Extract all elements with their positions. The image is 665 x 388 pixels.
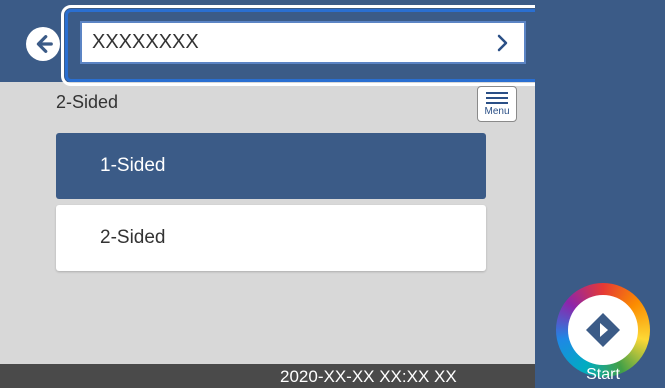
back-button[interactable]: [26, 27, 60, 61]
status-footer: 2020-XX-XX XX:XX XX: [0, 364, 535, 388]
section-label: 2-Sided: [56, 92, 119, 112]
title-field[interactable]: XXXXXXXX: [80, 21, 526, 64]
start-diamond-icon: [586, 313, 620, 347]
option-label: 1-Sided: [100, 155, 166, 176]
menu-lines-icon: [486, 91, 508, 104]
chevron-right-icon: [497, 34, 508, 52]
menu-label: Menu: [484, 105, 510, 117]
start-button[interactable]: [556, 283, 650, 377]
option-1-sided[interactable]: 1-Sided: [56, 133, 486, 199]
option-label: 2-Sided: [100, 227, 166, 248]
start-label: Start: [586, 366, 620, 383]
back-arrow-icon: [36, 35, 53, 53]
printer-screen: XXXXXXXX 2-Sided Menu 1-Sided 2-Sided 20…: [0, 0, 665, 388]
option-2-sided[interactable]: 2-Sided: [56, 205, 486, 271]
datetime-display: 2020-XX-XX XX:XX XX: [280, 367, 457, 386]
menu-button[interactable]: Menu: [477, 86, 517, 122]
title-value: XXXXXXXX: [92, 31, 199, 53]
start-button-face: [568, 295, 638, 365]
